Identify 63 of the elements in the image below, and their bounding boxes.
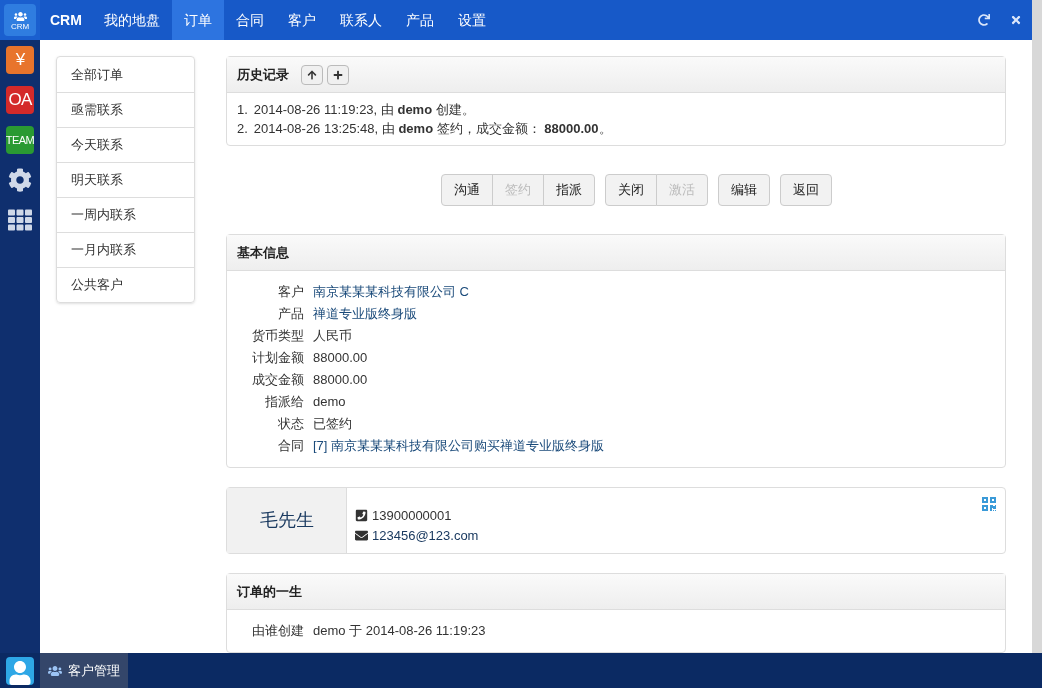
field-label: 状态: [277, 415, 305, 434]
action-button[interactable]: 返回: [779, 174, 832, 206]
history-entry: 2014-08-26 13:25:48, 由 demo 签约，成交金额： 88000.00。: [253, 120, 612, 138]
taskbar-item[interactable]: 客户管理: [40, 653, 128, 688]
brand: CRM: [49, 10, 83, 30]
field-label: 合同: [277, 437, 305, 456]
field-value: demo 于 2014-08-26 11:19:23: [313, 622, 486, 641]
qr-code-icon[interactable]: [981, 496, 997, 512]
field-label: 产品: [277, 305, 305, 324]
expand-button[interactable]: [327, 64, 349, 85]
entry-number: 1.: [237, 101, 248, 119]
field-label: 由谁创建: [251, 622, 305, 641]
logo-label: CRM: [10, 22, 30, 31]
action-button[interactable]: 指派: [542, 174, 595, 206]
nav-tab[interactable]: 订单: [171, 0, 224, 40]
app-tile[interactable]: TEAM: [6, 126, 34, 154]
nav-tab[interactable]: 客户: [275, 0, 328, 40]
side-menu-item[interactable]: 亟需联系: [57, 92, 194, 127]
field-value: 人民币: [313, 327, 352, 346]
field-link[interactable]: [7] 南京某某某科技有限公司购买禅道专业版终身版: [313, 436, 605, 456]
field-label: 货币类型: [251, 327, 305, 346]
field-link[interactable]: 南京某某某科技有限公司 C: [313, 282, 469, 302]
field-label: 指派给: [264, 393, 305, 412]
side-menu-item[interactable]: 一周内联系: [57, 197, 194, 232]
nav-tab[interactable]: 产品: [393, 0, 446, 40]
people-icon: [13, 9, 27, 23]
collapse-button[interactable]: [301, 64, 323, 85]
panel-title: 基本信息: [237, 243, 289, 262]
app-tile[interactable]: OA: [6, 86, 34, 114]
field-label: 成交金额: [251, 371, 305, 390]
side-menu-item[interactable]: 一月内联系: [57, 232, 194, 267]
side-menu-item[interactable]: 明天联系: [57, 162, 194, 197]
crm-logo[interactable]: CRM: [0, 0, 40, 40]
field-label: 计划金额: [251, 349, 305, 368]
action-button[interactable]: 沟通: [440, 174, 493, 206]
field-value: 已签约: [313, 415, 352, 434]
nav-tab[interactable]: 合同: [223, 0, 276, 40]
side-menu-item[interactable]: 全部订单: [57, 57, 194, 92]
mail-icon: [355, 528, 368, 542]
action-button[interactable]: 关闭: [604, 174, 657, 206]
field-link[interactable]: 禅道专业版终身版: [313, 304, 417, 324]
field-value: demo: [313, 393, 346, 412]
panel-title: 历史记录: [237, 65, 289, 84]
plus-icon: [333, 69, 343, 80]
history-entry: 2014-08-26 11:19:23, 由 demo 创建。: [253, 101, 475, 119]
task-label: 客户管理: [68, 661, 120, 680]
field-value: 88000.00: [313, 371, 368, 390]
up-arrow-icon: [307, 69, 317, 80]
action-button[interactable]: 编辑: [717, 174, 770, 206]
nav-tab[interactable]: 联系人: [327, 0, 394, 40]
side-menu-item[interactable]: 公共客户: [57, 267, 194, 302]
phone-number: 13900000001: [372, 507, 452, 525]
people-icon: [48, 663, 62, 678]
side-menu-item[interactable]: 今天联系: [57, 127, 194, 162]
entry-number: 2.: [237, 120, 248, 138]
nav-tab[interactable]: 设置: [445, 0, 498, 40]
field-label: 客户: [277, 283, 305, 302]
field-value: 88000.00: [313, 349, 368, 368]
panel-title: 订单的一生: [237, 582, 302, 601]
email-address: 123456@123.com: [372, 526, 479, 545]
nav-tab[interactable]: 我的地盘: [91, 0, 172, 40]
contact-name: 毛先生: [227, 488, 347, 553]
phone-icon: [355, 509, 368, 523]
